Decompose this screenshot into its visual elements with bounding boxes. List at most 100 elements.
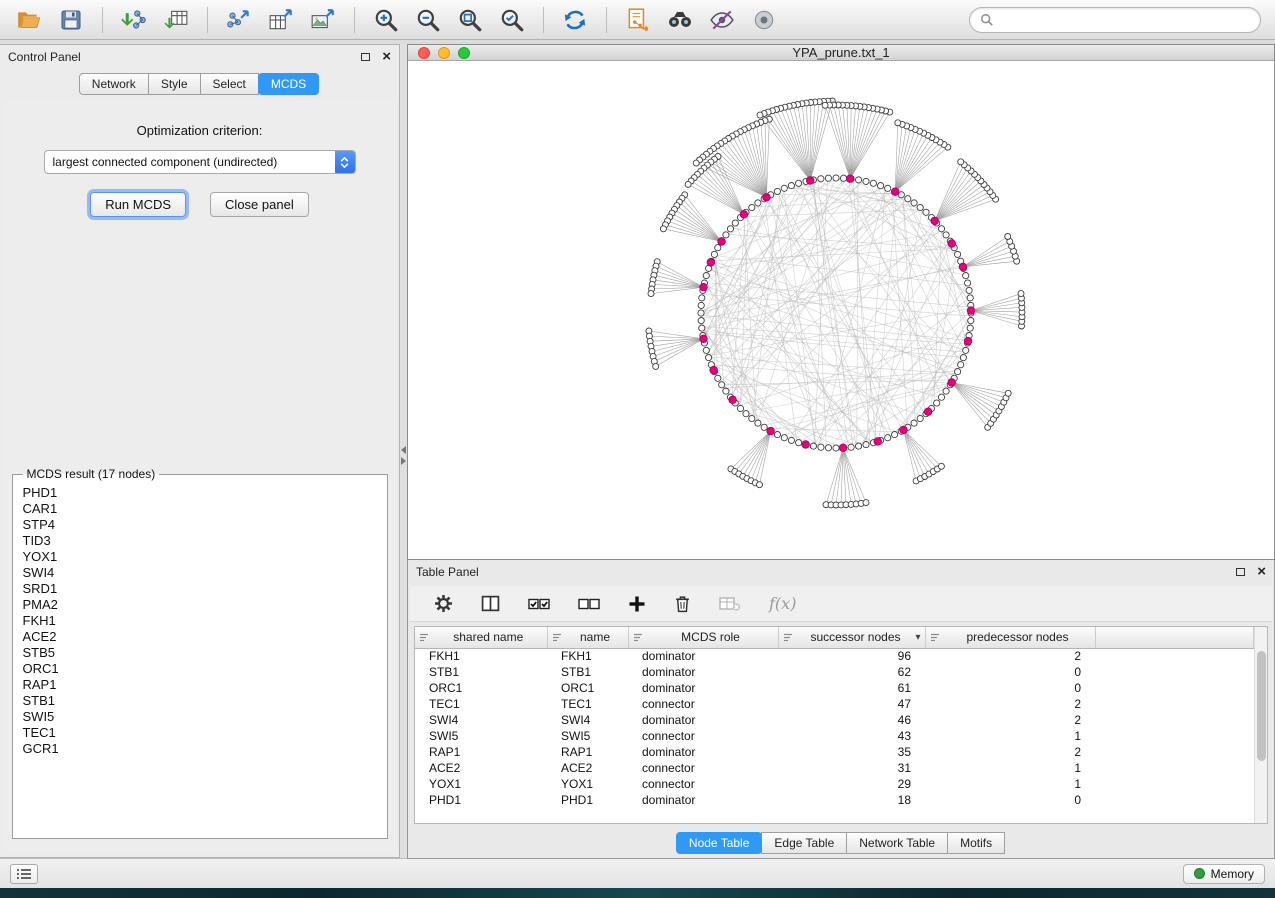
settings-gear-icon[interactable] — [434, 594, 453, 613]
table-scrollbar[interactable] — [1254, 627, 1267, 823]
mcds-result-item[interactable]: PHD1 — [23, 485, 381, 501]
show-all-icon[interactable] — [748, 4, 780, 36]
tab-network-table[interactable]: Network Table — [846, 832, 948, 854]
table-row[interactable]: FKH1FKH1dominator962 — [415, 648, 1254, 664]
tab-style[interactable]: Style — [148, 73, 201, 95]
search-icon — [980, 13, 994, 27]
run-mcds-button[interactable]: Run MCDS — [90, 192, 186, 217]
table-row[interactable]: STB1STB1dominator620 — [415, 664, 1254, 680]
memory-button[interactable]: Memory — [1183, 864, 1265, 884]
close-panel-icon[interactable]: × — [382, 51, 391, 63]
ui-settings-menu-icon[interactable] — [10, 864, 38, 884]
column-header-successor-nodes[interactable]: successor nodes▾ — [778, 627, 925, 648]
table-row[interactable]: ACE2ACE2connector311 — [415, 760, 1254, 776]
search-input[interactable] — [994, 13, 1250, 27]
close-window-button[interactable] — [418, 47, 430, 59]
control-panel-tabs: NetworkStyleSelectMCDS — [0, 73, 399, 95]
table-toolbar: f(x) — [410, 586, 1272, 622]
main-toolbar — [0, 0, 1275, 40]
table-row[interactable]: SWI4SWI4dominator462 — [415, 712, 1254, 728]
column-header-filler — [1095, 627, 1254, 648]
open-file-icon[interactable] — [13, 4, 45, 36]
mcds-result-item[interactable]: STP4 — [23, 517, 381, 533]
zoom-fit-content-icon[interactable] — [454, 4, 486, 36]
mcds-result-item[interactable]: STB1 — [23, 693, 381, 709]
table-row[interactable]: YOX1YOX1connector291 — [415, 776, 1254, 792]
memory-label: Memory — [1211, 867, 1254, 881]
column-header-MCDS-role[interactable]: MCDS role — [628, 627, 778, 648]
splitter-collapse-icon[interactable] — [400, 446, 407, 465]
control-panel-titlebar: Control Panel × — [0, 45, 399, 69]
scrollbar-thumb[interactable] — [1257, 651, 1266, 761]
table-panel-title: Table Panel — [416, 565, 479, 579]
tab-edge-table[interactable]: Edge Table — [761, 832, 847, 854]
zoom-selected-icon[interactable] — [496, 4, 528, 36]
table-row[interactable]: SWI5SWI5connector431 — [415, 728, 1254, 744]
mcds-result-item[interactable]: STB5 — [23, 645, 381, 661]
criterion-select[interactable]: largest connected component (undirected) — [44, 150, 356, 174]
mcds-result-item[interactable]: SWI4 — [23, 565, 381, 581]
search-box[interactable] — [969, 7, 1261, 33]
mcds-result-item[interactable]: FKH1 — [23, 613, 381, 629]
add-row-icon[interactable] — [628, 595, 646, 613]
delete-table-icon[interactable] — [719, 596, 741, 612]
mcds-result-item[interactable]: CAR1 — [23, 501, 381, 517]
function-builder-icon[interactable]: f(x) — [769, 594, 796, 613]
float-panel-icon[interactable] — [361, 53, 370, 61]
save-session-icon[interactable] — [55, 4, 87, 36]
maximize-window-button[interactable] — [458, 47, 470, 59]
vertical-splitter[interactable] — [400, 44, 407, 858]
optimization-criterion-label: Optimization criterion: — [137, 123, 263, 138]
mcds-result-item[interactable]: PMA2 — [23, 597, 381, 613]
new-network-from-selection-icon[interactable] — [622, 4, 654, 36]
column-header-predecessor-nodes[interactable]: predecessor nodes — [925, 627, 1095, 648]
search-objects-icon[interactable] — [664, 4, 696, 36]
select-all-icon[interactable] — [528, 597, 550, 611]
mcds-result-item[interactable]: TID3 — [23, 533, 381, 549]
network-canvas-svg[interactable] — [408, 61, 1274, 554]
tab-select[interactable]: Select — [200, 73, 259, 95]
tab-motifs[interactable]: Motifs — [947, 832, 1005, 854]
show-columns-icon[interactable] — [481, 595, 500, 612]
mcds-result-item[interactable]: GCR1 — [23, 741, 381, 757]
export-network-icon[interactable] — [223, 4, 255, 36]
table-row[interactable]: PHD1PHD1dominator180 — [415, 792, 1254, 808]
tab-node-table[interactable]: Node Table — [676, 832, 763, 854]
tab-mcds[interactable]: MCDS — [258, 73, 319, 95]
mcds-result-item[interactable]: ORC1 — [23, 661, 381, 677]
export-image-icon[interactable] — [307, 4, 339, 36]
float-table-panel-icon[interactable] — [1236, 568, 1245, 576]
close-table-panel-icon[interactable]: × — [1257, 566, 1266, 578]
zoom-out-icon[interactable] — [412, 4, 444, 36]
mcds-result-item[interactable]: SRD1 — [23, 581, 381, 597]
mcds-result-item[interactable]: RAP1 — [23, 677, 381, 693]
mcds-result-item[interactable]: TEC1 — [23, 725, 381, 741]
network-window-title: YPA_prune.txt_1 — [408, 45, 1274, 60]
select-stepper-icon — [335, 150, 355, 174]
column-header-name[interactable]: name — [547, 627, 628, 648]
memory-status-icon — [1194, 868, 1205, 879]
table-row[interactable]: TEC1TEC1connector472 — [415, 696, 1254, 712]
table-row[interactable]: ORC1ORC1dominator610 — [415, 680, 1254, 696]
import-table-icon[interactable] — [160, 4, 192, 36]
export-table-icon[interactable] — [265, 4, 297, 36]
mcds-result-item[interactable]: SWI5 — [23, 709, 381, 725]
hide-selected-icon[interactable] — [706, 4, 738, 36]
close-panel-button[interactable]: Close panel — [210, 192, 309, 217]
import-network-icon[interactable] — [118, 4, 150, 36]
zoom-in-icon[interactable] — [370, 4, 402, 36]
table-row[interactable]: RAP1RAP1dominator352 — [415, 744, 1254, 760]
column-header-shared-name[interactable]: shared name — [415, 627, 547, 648]
mcds-result-title: MCDS result (17 nodes) — [23, 467, 160, 481]
control-panel-title: Control Panel — [8, 50, 81, 64]
mcds-result-item[interactable]: ACE2 — [23, 629, 381, 645]
network-window: YPA_prune.txt_1 — [407, 44, 1275, 560]
minimize-window-button[interactable] — [438, 47, 450, 59]
mcds-result-item[interactable]: YOX1 — [23, 549, 381, 565]
tab-network[interactable]: Network — [79, 73, 149, 95]
refresh-layout-icon[interactable] — [559, 4, 591, 36]
node-table[interactable]: shared namenameMCDS rolesuccessor nodes▾… — [414, 626, 1268, 824]
deselect-all-icon[interactable] — [578, 597, 600, 611]
delete-row-icon[interactable] — [674, 594, 691, 613]
network-view[interactable] — [408, 61, 1274, 559]
